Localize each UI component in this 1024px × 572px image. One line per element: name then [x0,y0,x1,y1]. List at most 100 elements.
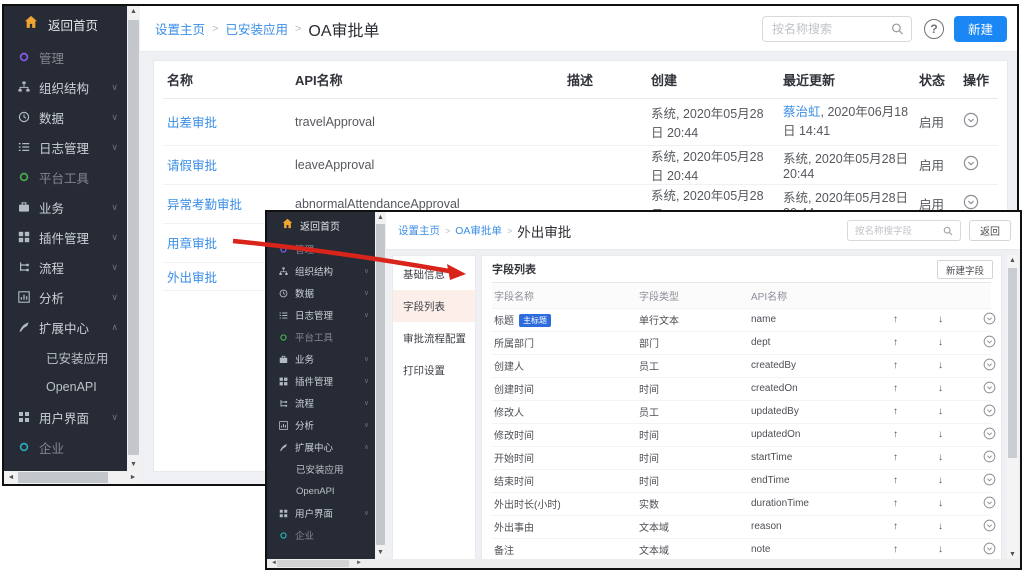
more-actions-icon[interactable] [983,358,996,371]
move-up-icon[interactable]: ↑ [891,469,936,492]
breadcrumb-home-link[interactable]: 设置主页 [398,223,440,238]
more-actions-icon[interactable] [983,427,996,440]
scroll-right-arrow-icon[interactable]: ► [353,559,365,568]
sidebar-home-item[interactable]: 返回首页 [4,6,127,42]
move-up-icon[interactable]: ↑ [891,538,936,561]
main-sidebar-horizontal-scrollbar[interactable]: ◄ ► [4,471,140,484]
breadcrumb-oa-form-link[interactable]: OA审批单 [455,223,502,238]
more-actions-icon[interactable] [983,312,996,325]
sidebar-item-org[interactable]: 组织结构∨ [267,260,375,282]
main-sidebar-vertical-scrollbar[interactable]: ▲ ▼ [127,6,140,471]
sidebar-item-briefcase[interactable]: 业务∨ [267,348,375,370]
back-button[interactable]: 返回 [969,220,1011,241]
sidebar-subitem-text[interactable]: 已安装应用 [4,342,127,372]
sidebar-home-item[interactable]: 返回首页 [267,212,375,238]
sidebar-item-grid2[interactable]: 用户界面∨ [4,402,127,432]
scroll-down-arrow-icon[interactable]: ▼ [375,547,386,559]
move-down-icon[interactable]: ↓ [936,446,981,469]
sidebar-item-ring-purple[interactable]: 管理 [267,238,375,260]
sidebar-item-ring-teal[interactable]: 企业 [4,432,127,462]
more-actions-icon[interactable] [963,194,979,210]
move-down-icon[interactable]: ↓ [936,492,981,515]
sidebar-subitem-text[interactable]: 已安装应用 [267,458,375,480]
updated-user-link[interactable]: 蔡治虹 [783,105,821,119]
sidebar-subitem-text[interactable]: OpenAPI [4,372,127,402]
sidebar-item-flow[interactable]: 流程∨ [267,392,375,414]
scrollbar-thumb[interactable] [277,560,349,567]
move-up-icon[interactable]: ↑ [891,515,936,538]
sidebar-item-grid2[interactable]: 用户界面∨ [267,502,375,524]
more-actions-icon[interactable] [983,496,996,509]
scroll-right-arrow-icon[interactable]: ► [127,471,139,484]
move-up-icon[interactable]: ↑ [891,308,936,331]
move-down-icon[interactable]: ↓ [936,423,981,446]
sidebar-item-grid[interactable]: 插件管理∨ [267,370,375,392]
search-input[interactable] [763,17,911,41]
more-actions-icon[interactable] [983,473,996,486]
scrollbar-thumb[interactable] [18,472,108,483]
sidebar-item-list[interactable]: 日志管理∨ [267,304,375,326]
move-up-icon[interactable]: ↑ [891,423,936,446]
more-actions-icon[interactable] [983,335,996,348]
sidebar-item-chart[interactable]: 分析∨ [267,414,375,436]
scroll-up-arrow-icon[interactable]: ▲ [375,212,386,224]
sidebar-item-chart[interactable]: 分析∨ [4,282,127,312]
app-name-link[interactable]: 用章审批 [167,237,217,251]
sidebar-item-pen[interactable]: 扩展中心∧ [4,312,127,342]
scroll-left-arrow-icon[interactable]: ◄ [5,471,17,484]
app-name-link[interactable]: 外出审批 [167,271,217,285]
sidebar-item-pen[interactable]: 扩展中心∧ [267,436,375,458]
scroll-down-arrow-icon[interactable]: ▼ [127,459,140,471]
detail-nav-item-3[interactable]: 审批流程配置 [393,322,475,354]
move-up-icon[interactable]: ↑ [891,354,936,377]
move-up-icon[interactable]: ↑ [891,377,936,400]
sidebar-item-grid[interactable]: 插件管理∨ [4,222,127,252]
app-name-link[interactable]: 请假审批 [167,159,217,173]
move-down-icon[interactable]: ↓ [936,331,981,354]
new-field-button[interactable]: 新建字段 [937,260,993,279]
more-actions-icon[interactable] [963,112,979,128]
app-name-link[interactable]: 异常考勤审批 [167,198,242,212]
sidebar-item-ring-teal[interactable]: 企业 [267,524,375,546]
move-up-icon[interactable]: ↑ [891,331,936,354]
detail-nav-item-1[interactable]: 基础信息 [393,258,475,290]
app-name-link[interactable]: 出差审批 [167,116,217,130]
breadcrumb-installed-apps-link[interactable]: 已安装应用 [225,19,288,38]
sidebar-item-ring-green[interactable]: 平台工具 [4,162,127,192]
more-actions-icon[interactable] [983,542,996,555]
sidebar-item-briefcase[interactable]: 业务∨ [4,192,127,222]
move-down-icon[interactable]: ↓ [936,515,981,538]
scroll-up-arrow-icon[interactable]: ▲ [127,6,140,18]
move-up-icon[interactable]: ↑ [891,400,936,423]
more-actions-icon[interactable] [983,404,996,417]
sidebar-item-list[interactable]: 日志管理∨ [4,132,127,162]
sidebar-item-ring-green[interactable]: 平台工具 [267,326,375,348]
move-down-icon[interactable]: ↓ [936,354,981,377]
sidebar-item-ring-purple[interactable]: 管理 [4,42,127,72]
move-down-icon[interactable]: ↓ [936,377,981,400]
more-actions-icon[interactable] [983,450,996,463]
sidebar-item-clock[interactable]: 数据∨ [4,102,127,132]
sidebar-item-flow[interactable]: 流程∨ [4,252,127,282]
detail-horizontal-scrollbar[interactable]: ◄ ► [267,559,1020,568]
move-down-icon[interactable]: ↓ [936,538,981,561]
move-down-icon[interactable]: ↓ [936,308,981,331]
move-down-icon[interactable]: ↓ [936,400,981,423]
more-actions-icon[interactable] [983,519,996,532]
detail-nav-item-2[interactable]: 字段列表 [393,290,475,322]
sidebar-item-clock[interactable]: 数据∨ [267,282,375,304]
scrollbar-thumb[interactable] [128,20,139,455]
sidebar-item-org[interactable]: 组织结构∨ [4,72,127,102]
detail-nav-item-4[interactable]: 打印设置 [393,354,475,386]
breadcrumb-home-link[interactable]: 设置主页 [155,19,205,38]
scrollbar-thumb[interactable] [376,224,385,545]
scroll-up-arrow-icon[interactable]: ▲ [1007,255,1018,267]
more-actions-icon[interactable] [983,381,996,394]
move-up-icon[interactable]: ↑ [891,492,936,515]
sidebar-subitem-text[interactable]: OpenAPI [267,480,375,502]
help-icon[interactable]: ? [924,19,944,39]
new-button[interactable]: 新建 [954,16,1007,42]
detail-sidebar-vertical-scrollbar[interactable]: ▲ ▼ [375,212,386,559]
scrollbar-thumb[interactable] [1008,268,1017,458]
field-table-vertical-scrollbar[interactable]: ▲ ▼ [1007,255,1018,561]
